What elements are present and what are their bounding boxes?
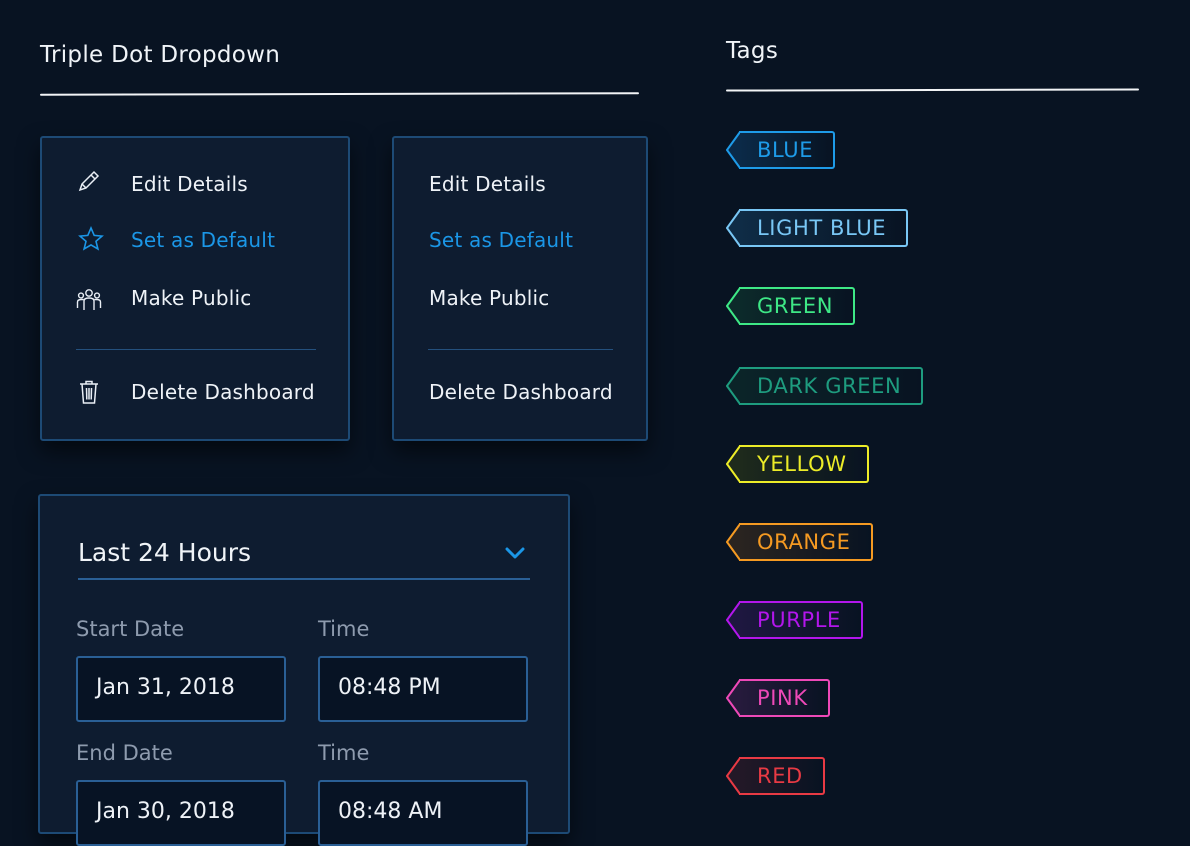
end-time-label: Time	[318, 741, 370, 765]
tag-orange[interactable]: ORANGE	[726, 523, 873, 561]
time-range-value: Last 24 Hours	[78, 538, 252, 567]
menu-item-edit-details[interactable]: Edit Details	[429, 172, 546, 196]
tag-label: ORANGE	[757, 530, 851, 554]
tag-blue[interactable]: BLUE	[726, 131, 836, 169]
tags-section-title: Tags	[726, 38, 779, 64]
menu-item-make-public[interactable]: Make Public	[131, 286, 251, 310]
end-date-value: Jan 30, 2018	[96, 799, 235, 824]
star-icon	[78, 226, 104, 251]
tag-label: GREEN	[757, 294, 834, 318]
menu-divider	[428, 349, 613, 350]
dropdown-menu-with-icons: Edit Details Set as Default Make Public …	[40, 136, 350, 441]
tag-arrow-shape	[726, 601, 740, 639]
start-time-value: 08:48 PM	[338, 675, 441, 700]
pencil-icon	[78, 170, 100, 192]
tag-label: BLUE	[757, 138, 814, 162]
tag-purple[interactable]: PURPLE	[726, 601, 863, 639]
menu-divider	[76, 349, 316, 350]
time-range-select[interactable]: Last 24 Hours	[78, 530, 530, 580]
tag-yellow[interactable]: YELLOW	[726, 445, 869, 483]
menu-item-edit-details[interactable]: Edit Details	[131, 172, 248, 196]
menu-item-make-public[interactable]: Make Public	[429, 286, 549, 310]
dropdown-section-underline	[40, 92, 639, 96]
tag-pink[interactable]: PINK	[726, 679, 830, 717]
tag-light-blue[interactable]: LIGHT BLUE	[726, 209, 909, 247]
tag-red[interactable]: RED	[726, 757, 825, 795]
start-date-field[interactable]: Jan 31, 2018	[76, 656, 286, 722]
start-date-value: Jan 31, 2018	[96, 675, 235, 700]
menu-item-set-as-default[interactable]: Set as Default	[429, 228, 573, 252]
tag-label: PURPLE	[757, 608, 841, 632]
start-time-label: Time	[318, 617, 370, 641]
date-range-panel: Last 24 Hours Start Date Time Jan 31, 20…	[38, 494, 570, 846]
trash-icon	[80, 380, 98, 404]
start-date-label: Start Date	[76, 617, 185, 641]
tag-arrow-shape	[726, 757, 740, 795]
end-date-label: End Date	[76, 741, 173, 765]
chevron-down-icon[interactable]	[504, 546, 526, 560]
tags-section-underline	[726, 88, 1139, 92]
tag-arrow-shape	[726, 367, 740, 405]
tag-label: DARK GREEN	[757, 374, 902, 398]
dropdown-menu-plain: Edit Details Set as Default Make Public …	[392, 136, 648, 441]
users-icon	[76, 289, 102, 310]
tag-arrow-shape	[726, 523, 740, 561]
menu-item-set-as-default[interactable]: Set as Default	[131, 228, 275, 252]
end-time-field[interactable]: 08:48 AM	[318, 780, 528, 846]
menu-item-delete-dashboard[interactable]: Delete Dashboard	[429, 380, 613, 404]
tag-arrow-shape	[726, 679, 740, 717]
tag-green[interactable]: GREEN	[726, 287, 856, 325]
tag-label: RED	[757, 764, 803, 788]
dropdown-section-title: Triple Dot Dropdown	[40, 42, 281, 68]
tag-label: LIGHT BLUE	[757, 216, 887, 240]
tag-arrow-shape	[726, 209, 740, 247]
tag-arrow-shape	[726, 445, 740, 483]
tag-dark-green[interactable]: DARK GREEN	[726, 367, 924, 405]
end-time-value: 08:48 AM	[338, 799, 443, 824]
tag-arrow-shape	[726, 287, 740, 325]
tag-label: YELLOW	[757, 452, 847, 476]
menu-item-delete-dashboard[interactable]: Delete Dashboard	[131, 380, 315, 404]
end-date-field[interactable]: Jan 30, 2018	[76, 780, 286, 846]
start-time-field[interactable]: 08:48 PM	[318, 656, 528, 722]
tag-arrow-shape	[726, 131, 740, 169]
tag-label: PINK	[757, 686, 808, 710]
